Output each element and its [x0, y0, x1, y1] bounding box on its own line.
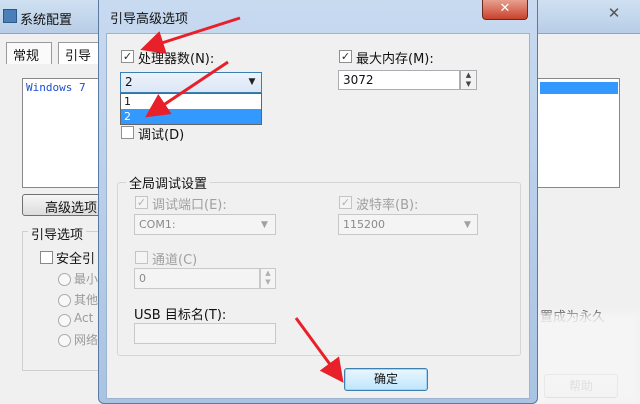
advanced-options-button[interactable]: 高级选项 — [22, 194, 108, 216]
processors-checkbox[interactable]: ✓ — [121, 50, 134, 63]
usb-target-label: USB 目标名(T): — [134, 308, 227, 323]
ok-button[interactable]: 确定 — [344, 368, 428, 391]
max-memory-input[interactable]: 3072 — [338, 70, 460, 90]
radio-minimal[interactable] — [58, 273, 71, 286]
tab-general[interactable]: 常规 — [6, 42, 52, 64]
boot-list-item[interactable]: Windows 7 — [26, 81, 96, 95]
radio-network-label: 网络 — [74, 333, 99, 347]
radio-alternate[interactable] — [58, 294, 71, 307]
dialog-title: 引导高级选项 — [110, 12, 189, 27]
background-window-title: 系统配置 — [20, 13, 73, 28]
spin-down-icon[interactable]: ▼ — [261, 278, 275, 287]
max-memory-label: 最大内存(M): — [356, 52, 434, 67]
spin-up-icon[interactable]: ▲ — [261, 269, 275, 278]
global-debug-label: 全局调试设置 — [126, 173, 211, 192]
radio-minimal-label: 最小 — [74, 272, 99, 286]
processors-label: 处理器数(N): — [138, 52, 215, 67]
channel-input[interactable]: 0 — [134, 268, 260, 289]
dropdown-option-2[interactable]: 2 — [121, 109, 261, 124]
radio-active-directory-label: Act — [74, 311, 94, 325]
channel-checkbox[interactable] — [135, 251, 148, 264]
safe-boot-checkbox[interactable]: 安全引 — [40, 248, 95, 267]
usb-target-input[interactable] — [134, 323, 276, 344]
channel-spinner[interactable]: ▲ ▼ — [260, 268, 276, 289]
spin-up-icon[interactable]: ▲ — [461, 71, 476, 80]
channel-label: 通道(C) — [152, 253, 198, 268]
max-memory-checkbox[interactable]: ✓ — [339, 50, 352, 63]
background-close-icon[interactable]: ✕ — [600, 4, 628, 22]
chevron-down-icon[interactable]: ▼ — [246, 76, 258, 88]
app-icon — [3, 9, 17, 23]
chevron-down-icon[interactable]: ▼ — [261, 220, 268, 230]
dropdown-option-1[interactable]: 1 — [121, 94, 261, 109]
radio-network[interactable] — [58, 334, 71, 347]
chevron-down-icon[interactable]: ▼ — [464, 220, 471, 230]
safe-boot-label: 安全引 — [56, 252, 96, 267]
boot-list-selection — [540, 82, 618, 94]
debug-checkbox[interactable] — [121, 126, 134, 139]
debug-port-checkbox[interactable]: ✓ — [135, 196, 148, 209]
spin-down-icon[interactable]: ▼ — [461, 80, 476, 89]
baud-rate-checkbox[interactable]: ✓ — [339, 196, 352, 209]
close-icon[interactable]: ✕ — [482, 0, 528, 20]
baud-rate-label: 波特率(B): — [356, 198, 419, 213]
debug-port-label: 调试端口(E): — [152, 198, 227, 213]
processors-dropdown[interactable]: 2 — [120, 72, 262, 93]
debug-label: 调试(D) — [138, 128, 185, 143]
checkbox-box[interactable] — [40, 251, 53, 264]
radio-alternate-label: 其他 — [74, 293, 99, 307]
debug-port-dropdown[interactable]: COM1: — [134, 214, 276, 235]
processors-dropdown-list: 1 2 — [120, 93, 262, 125]
radio-active-directory[interactable] — [58, 314, 71, 327]
max-memory-spinner[interactable]: ▲ ▼ — [460, 70, 477, 90]
boot-options-label: 引导选项 — [28, 224, 87, 243]
baud-rate-dropdown[interactable]: 115200 — [338, 214, 478, 235]
